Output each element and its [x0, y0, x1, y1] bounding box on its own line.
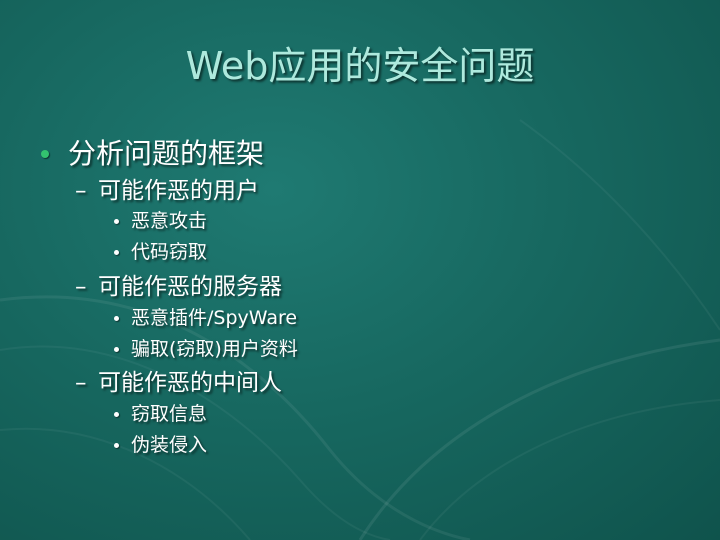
bullet-level2: 可能作恶的中间人 [98, 370, 282, 396]
bullet-level3: 骗取(窃取)用户资料 [131, 338, 298, 360]
bullet-dot-icon [114, 347, 119, 352]
bullet-level2: 可能作恶的服务器 [98, 274, 282, 300]
bullet-level3: 代码窃取 [131, 241, 208, 263]
bullet-level3: 窃取信息 [131, 403, 208, 425]
dash-icon: – [75, 178, 87, 204]
bullet-dot-icon [114, 316, 119, 321]
bullet-dot-icon [114, 412, 119, 417]
bullet-level3: 恶意攻击 [131, 210, 208, 232]
bullet-dot-icon [114, 250, 119, 255]
bullet-dot-icon [114, 219, 119, 224]
slide: Web应用的安全问题 分析问题的框架 – 可能作恶的用户 恶意攻击 代码窃取 –… [0, 0, 720, 540]
bullet-level2: 可能作恶的用户 [98, 178, 259, 204]
bullet-level3: 恶意插件/SpyWare [131, 307, 298, 329]
dash-icon: – [75, 370, 87, 396]
bullet-dot-icon [114, 443, 119, 448]
bullet-level1: 分析问题的框架 [68, 137, 265, 170]
bullet-dot-icon [41, 150, 49, 158]
dash-icon: – [75, 274, 87, 300]
bullet-list: 分析问题的框架 – 可能作恶的用户 恶意攻击 代码窃取 – 可能作恶的服务器 恶… [0, 0, 720, 540]
bullet-level3: 伪装侵入 [131, 434, 208, 456]
